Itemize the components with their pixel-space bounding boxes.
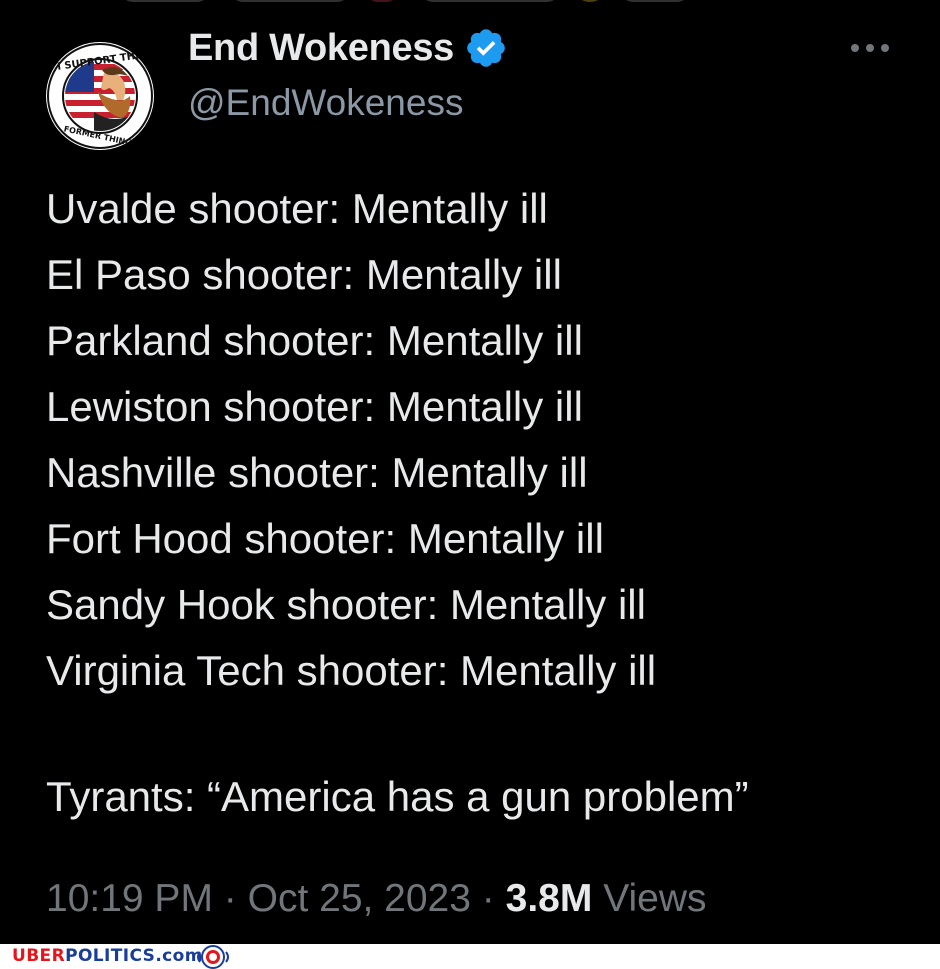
tweet-time[interactable]: 10:19 PM bbox=[46, 877, 213, 920]
avatar[interactable]: I SUPPORT THE FORMER THINGS bbox=[46, 42, 154, 150]
watermark-bar: UBERPOLITICS.com bbox=[0, 944, 940, 969]
author-handle[interactable]: @EndWokeness bbox=[188, 82, 463, 124]
tweet-date[interactable]: Oct 25, 2023 bbox=[248, 877, 471, 920]
watermark-text: UBERPOLITICS.com bbox=[12, 946, 203, 966]
watermark-uber: UBER bbox=[12, 946, 66, 966]
tweet-card: I SUPPORT THE FORMER THINGS End Wokeness… bbox=[0, 0, 940, 944]
tweet-body-line: Nashville shooter: Mentally ill bbox=[46, 449, 588, 496]
tweet-meta: 10:19 PM · Oct 25, 2023 · 3.8M Views bbox=[46, 877, 707, 921]
meta-separator: · bbox=[223, 877, 237, 920]
views-label: Views bbox=[603, 877, 707, 920]
tweet-body-line: Uvalde shooter: Mentally ill bbox=[46, 185, 548, 232]
tweet-closing-line: Tyrants: “America has a gun problem” bbox=[46, 773, 749, 820]
author-display-name[interactable]: End Wokeness bbox=[188, 27, 454, 70]
tweet-body-line: Parkland shooter: Mentally ill bbox=[46, 317, 583, 364]
tweet-body-line: Sandy Hook shooter: Mentally ill bbox=[46, 581, 646, 628]
tweet-body-line: Virginia Tech shooter: Mentally ill bbox=[46, 647, 657, 694]
more-options-icon[interactable] bbox=[848, 38, 892, 58]
previous-tweet-clipped bbox=[120, 0, 720, 6]
tweet-body-line: Fort Hood shooter: Mentally ill bbox=[46, 515, 604, 562]
tweet-body: Uvalde shooter: Mentally ill El Paso sho… bbox=[46, 176, 926, 704]
verified-badge-icon[interactable] bbox=[464, 26, 508, 70]
patriot-bearded-man-badge-icon: I SUPPORT THE FORMER THINGS bbox=[47, 43, 153, 149]
tweet-body-line: Lewiston shooter: Mentally ill bbox=[46, 383, 583, 430]
tweet-body-line: El Paso shooter: Mentally ill bbox=[46, 251, 562, 298]
views-count: 3.8M bbox=[505, 877, 593, 920]
uberpolitics-mascot-icon bbox=[197, 945, 229, 969]
meta-separator: · bbox=[481, 877, 495, 920]
watermark-politics: POLITICS bbox=[65, 946, 156, 966]
author-row: End Wokeness bbox=[188, 26, 508, 70]
